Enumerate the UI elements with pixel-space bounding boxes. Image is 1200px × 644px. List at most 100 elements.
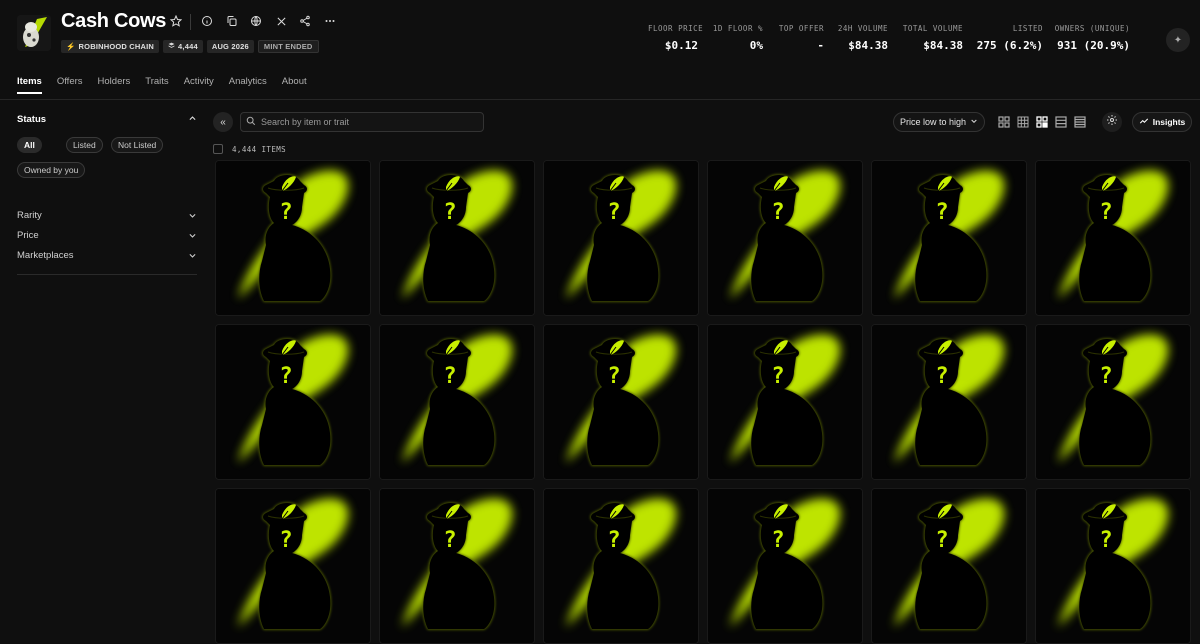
sort-dropdown[interactable]: Price low to high: [893, 112, 985, 132]
collection-stats: FLOOR PRICE $0.12 1D FLOOR % 0% TOP OFFE…: [648, 24, 1130, 52]
svg-text:?: ?: [935, 528, 948, 553]
x-twitter-icon[interactable]: [273, 13, 289, 29]
tab-activity[interactable]: Activity: [184, 76, 214, 94]
svg-text:?: ?: [279, 528, 292, 553]
tab-traits[interactable]: Traits: [145, 76, 168, 94]
mint-status-chip: MINT ENDED: [257, 40, 319, 53]
globe-icon[interactable]: [248, 13, 264, 29]
supply-chip: 4,444: [163, 40, 203, 53]
item-card[interactable]: ?: [543, 324, 699, 480]
share-icon[interactable]: [297, 13, 313, 29]
item-card[interactable]: ?: [871, 488, 1027, 644]
item-card[interactable]: ?: [215, 160, 371, 316]
svg-text:?: ?: [279, 200, 292, 225]
tab-analytics[interactable]: Analytics: [229, 76, 267, 94]
unrevealed-cow-image: ?: [216, 161, 370, 315]
unrevealed-cow-image: ?: [216, 489, 370, 643]
svg-text:?: ?: [935, 364, 948, 389]
gear-icon: [1106, 113, 1118, 131]
chevron-down-icon: [188, 231, 197, 242]
sparkle-button[interactable]: ✦: [1166, 28, 1190, 52]
item-card[interactable]: ?: [215, 324, 371, 480]
svg-text:?: ?: [771, 200, 784, 225]
collection-title: Cash Cows: [61, 10, 167, 32]
collection-header: Cash Cows ⚡ ROBINHOOD CHAIN 4,444 AUG 20…: [0, 0, 1200, 66]
star-icon[interactable]: [168, 13, 184, 29]
search-input[interactable]: [261, 117, 471, 127]
unrevealed-cow-image: ?: [380, 325, 534, 479]
status-all-pill[interactable]: All: [17, 137, 42, 153]
unrevealed-cow-image: ?: [872, 325, 1026, 479]
tab-about[interactable]: About: [282, 76, 307, 94]
unrevealed-cow-image: ?: [708, 325, 862, 479]
svg-text:?: ?: [443, 528, 456, 553]
stat-total-volume: TOTAL VOLUME $84.38: [902, 24, 963, 52]
svg-text:?: ?: [1099, 528, 1112, 553]
search-box[interactable]: [240, 112, 484, 132]
item-card[interactable]: ?: [871, 324, 1027, 480]
collection-logo: [17, 15, 51, 51]
chevron-down-icon: [188, 251, 197, 262]
tab-offers[interactable]: Offers: [57, 76, 83, 94]
unrevealed-cow-image: ?: [380, 161, 534, 315]
chevron-down-icon: [970, 117, 978, 127]
tab-items[interactable]: Items: [17, 76, 42, 94]
item-card[interactable]: ?: [379, 488, 535, 644]
svg-text:?: ?: [1099, 200, 1112, 225]
unrevealed-cow-image: ?: [544, 489, 698, 643]
item-card[interactable]: ?: [379, 324, 535, 480]
svg-text:?: ?: [935, 200, 948, 225]
item-card[interactable]: ?: [215, 488, 371, 644]
more-options-icon[interactable]: [322, 13, 338, 29]
item-card[interactable]: ?: [707, 324, 863, 480]
item-card[interactable]: ?: [1035, 488, 1191, 644]
grid-small-icon[interactable]: [1036, 115, 1048, 128]
unrevealed-cow-image: ?: [544, 161, 698, 315]
unrevealed-cow-image: ?: [708, 489, 862, 643]
filter-marketplaces[interactable]: Marketplaces: [17, 250, 197, 261]
lightning-icon: ⚡: [66, 42, 76, 51]
stat-24h-volume: 24H VOLUME $84.38: [837, 24, 888, 52]
svg-text:?: ?: [607, 528, 620, 553]
select-all-checkbox[interactable]: [213, 144, 223, 154]
svg-text:?: ?: [771, 528, 784, 553]
grid-medium-icon[interactable]: [1017, 115, 1029, 128]
item-card[interactable]: ?: [871, 160, 1027, 316]
item-card[interactable]: ?: [543, 488, 699, 644]
stat-owners: OWNERS (UNIQUE) 931 (20.9%): [1054, 24, 1130, 52]
layers-icon: [168, 42, 175, 51]
unrevealed-cow-image: ?: [216, 325, 370, 479]
chevron-up-icon[interactable]: [188, 114, 197, 125]
stat-listed: LISTED 275 (6.2%): [976, 24, 1043, 52]
info-icon[interactable]: [199, 13, 215, 29]
filter-price[interactable]: Price: [17, 230, 197, 241]
collapse-sidebar-button[interactable]: «: [213, 112, 233, 132]
unrevealed-cow-image: ?: [1036, 325, 1190, 479]
unrevealed-cow-image: ?: [708, 161, 862, 315]
tabs-divider: [0, 99, 1200, 100]
item-card[interactable]: ?: [543, 160, 699, 316]
grid-large-icon[interactable]: [998, 115, 1010, 128]
filter-rarity[interactable]: Rarity: [17, 210, 197, 221]
table-icon[interactable]: [1074, 115, 1086, 128]
status-owned-pill[interactable]: Owned by you: [17, 162, 86, 178]
item-card[interactable]: ?: [379, 160, 535, 316]
item-card[interactable]: ?: [1035, 160, 1191, 316]
settings-button[interactable]: [1102, 112, 1122, 132]
svg-text:?: ?: [443, 200, 456, 225]
status-listed-pill[interactable]: Listed: [66, 137, 103, 153]
item-card[interactable]: ?: [707, 160, 863, 316]
sparkle-icon: ✦: [1173, 34, 1183, 46]
status-not-listed-pill[interactable]: Not Listed: [111, 137, 164, 153]
unrevealed-cow-image: ?: [380, 489, 534, 643]
copy-icon[interactable]: [224, 13, 240, 29]
search-icon: [246, 113, 256, 131]
unrevealed-cow-image: ?: [1036, 161, 1190, 315]
list-icon[interactable]: [1055, 115, 1067, 128]
item-card[interactable]: ?: [707, 488, 863, 644]
unrevealed-cow-image: ?: [1036, 489, 1190, 643]
chevron-down-icon: [188, 211, 197, 222]
tab-holders[interactable]: Holders: [98, 76, 131, 94]
insights-button[interactable]: Insights: [1132, 112, 1192, 132]
item-card[interactable]: ?: [1035, 324, 1191, 480]
